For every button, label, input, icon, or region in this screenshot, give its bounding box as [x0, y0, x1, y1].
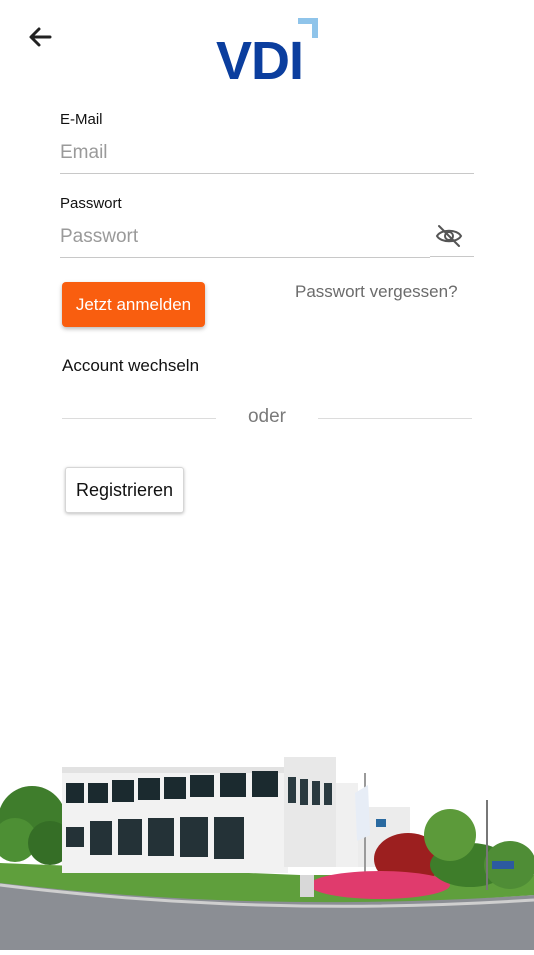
divider-left — [62, 418, 216, 419]
password-toggle-button[interactable] — [434, 224, 464, 248]
switch-account-link[interactable]: Account wechseln — [62, 356, 199, 376]
password-underline — [430, 256, 474, 257]
divider-label: oder — [247, 406, 287, 427]
back-button[interactable] — [24, 22, 56, 52]
logo-text: VDI — [216, 31, 303, 82]
email-label: E-Mail — [60, 111, 103, 128]
email-field[interactable] — [60, 133, 474, 174]
forgot-password-link[interactable]: Passwort vergessen? — [295, 282, 458, 302]
password-label: Passwort — [60, 195, 122, 212]
arrow-left-icon — [29, 27, 52, 47]
password-field[interactable] — [60, 217, 430, 258]
login-button[interactable]: Jetzt anmelden — [62, 282, 205, 327]
building-photo — [0, 735, 534, 950]
vdi-logo: VDI — [216, 16, 320, 91]
divider-right — [318, 418, 472, 419]
register-button[interactable]: Registrieren — [65, 467, 184, 513]
eye-off-icon — [435, 225, 463, 247]
